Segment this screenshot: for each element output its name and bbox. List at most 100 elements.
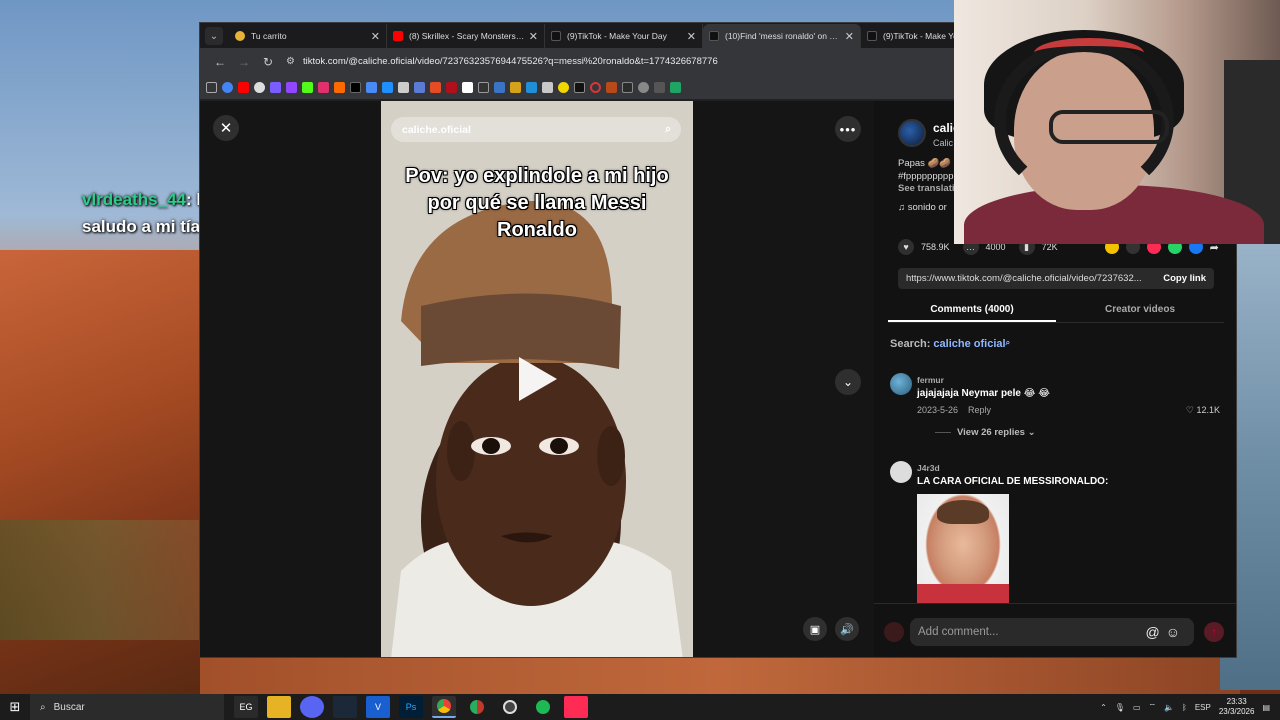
see-translation-link[interactable]: See translati [898,183,958,196]
forward-icon[interactable]: → [232,55,256,69]
avatar[interactable] [890,461,912,483]
clock[interactable]: 23:33 23/3/2026 [1219,697,1255,717]
bookmark-icon[interactable] [526,81,537,93]
steam-icon[interactable] [333,696,357,718]
browser-tab[interactable]: Tu carrito ✕ [229,24,387,48]
taskbar-search[interactable]: ⌕ Buscar [30,694,224,720]
comment-username[interactable]: J4r3d [917,463,940,473]
browser-tab[interactable]: (8) Skrillex - Scary Monsters And ✕ [387,24,545,48]
windows-start-icon[interactable]: ⊞ [0,694,30,720]
tiktok-taskbar-icon[interactable] [564,696,588,718]
author-avatar[interactable] [898,119,926,147]
comment-input[interactable]: Add comment... @☺ [910,618,1194,646]
avatar[interactable] [890,373,912,395]
video-description: Papas 🥔🥔 #fppppppppp See translati [898,158,958,196]
bookmark-icon[interactable] [606,81,617,93]
x-icon[interactable] [350,81,361,93]
hashtags-text[interactable]: #fppppppppp [898,171,958,184]
search-icon[interactable]: ⌕ [665,123,671,136]
author-handle: Calic [933,138,954,148]
bookmark-icon[interactable] [590,81,601,93]
bookmark-icon[interactable] [398,81,409,93]
bookmark-icon[interactable] [574,81,585,93]
tab-search-icon[interactable]: ⌄ [205,27,223,45]
notifications-icon[interactable]: ▤ [1262,703,1270,712]
epic-games-icon[interactable]: EG [234,696,258,718]
comment-likes[interactable]: ♡ 12.1K [1186,405,1220,416]
chevron-down-icon[interactable]: ⌄ [835,369,861,395]
kick-icon[interactable] [302,81,313,93]
twitch-icon[interactable] [286,81,297,93]
spotify-icon[interactable] [531,696,555,718]
instagram-icon[interactable] [318,81,329,93]
sheets-icon[interactable] [670,81,681,93]
translate-icon[interactable] [366,81,377,93]
video-search-bar[interactable]: caliche.oficial ⌕ [391,117,681,142]
bluetooth-icon[interactable]: ᛒ [1182,703,1187,712]
bookmark-icon[interactable] [446,81,457,93]
browser-tab[interactable]: (9)TikTok - Make Your Day ✕ [545,24,703,48]
bookmark-icon[interactable] [654,81,665,93]
tab-creator-videos[interactable]: Creator videos [1056,298,1224,322]
notion-icon[interactable] [462,81,473,93]
tab-close-icon[interactable]: ✕ [687,30,696,43]
play-icon[interactable] [519,357,557,401]
reply-button[interactable]: Reply [968,405,991,415]
discord-icon[interactable] [300,696,324,718]
heart-icon[interactable]: ♥ [898,239,914,255]
picture-in-picture-icon[interactable]: ▣ [803,617,827,641]
volume-icon[interactable]: 🔈 [1164,703,1174,712]
google-icon[interactable] [222,81,233,93]
video-player[interactable]: caliche.oficial ⌕ Pov: yo explindole a m… [381,101,693,657]
chrome-icon[interactable] [432,696,456,718]
volume-icon[interactable]: 🔊 [835,617,859,641]
send-icon[interactable]: ↑ [1204,622,1224,642]
bookmark-icon[interactable] [558,81,569,93]
comment-image[interactable] [917,494,1009,606]
tab-comments[interactable]: Comments (4000) [888,298,1056,322]
wifi-icon[interactable]: ⌔ [1149,702,1157,712]
reload-icon[interactable]: ↻ [256,55,280,69]
related-search-keyword[interactable]: caliche oficial [933,338,1005,350]
photoshop-icon[interactable]: Ps [399,696,423,718]
bookmark-icon[interactable] [430,81,441,93]
bookmark-icon[interactable] [270,81,281,93]
address-bar[interactable]: ⚙ tiktok.com/@caliche.oficial/video/7237… [286,56,718,67]
mention-emoji-icons[interactable]: @☺ [1145,624,1186,640]
bookmark-icon[interactable] [334,81,345,93]
related-search[interactable]: Search: caliche oficial⌕ [890,338,1010,350]
vegas-icon[interactable]: V [366,696,390,718]
bookmark-icon[interactable] [542,81,553,93]
tab-favicon-icon [235,31,245,41]
tab-close-icon[interactable]: ✕ [845,30,854,43]
copy-link-button[interactable]: Copy link [1163,273,1206,284]
close-icon[interactable]: ✕ [213,115,239,141]
more-options-icon[interactable]: ••• [835,116,861,142]
apps-grid-icon[interactable] [206,81,217,93]
back-icon[interactable]: ← [208,55,232,69]
music-label[interactable]: ♫ sonido or [898,202,947,213]
tab-close-icon[interactable]: ✕ [371,30,380,43]
chrome-profile-icon[interactable] [465,696,489,718]
view-replies-button[interactable]: View 26 replies ⌄ [935,427,1036,438]
file-explorer-icon[interactable] [267,696,291,718]
site-info-icon[interactable]: ⚙ [286,56,295,67]
microphone-icon[interactable]: 🎙 [1115,703,1125,712]
bookmark-icon[interactable] [254,81,265,93]
browser-tab-active[interactable]: (10)Find 'messi ronaldo' on TikTok ✕ [703,24,861,48]
bookmark-icon[interactable] [638,81,649,93]
network-icon[interactable]: ▭ [1133,703,1141,712]
bookmark-icon[interactable] [478,81,489,93]
youtube-bookmark-icon[interactable] [238,81,249,93]
chevron-up-icon[interactable]: ⌃ [1100,703,1107,712]
comment-username[interactable]: fermur [917,375,944,385]
tab-close-icon[interactable]: ✕ [529,30,538,43]
bookmark-icon[interactable] [382,81,393,93]
obs-icon[interactable] [498,696,522,718]
bookmark-icon[interactable] [494,81,505,93]
bookmark-icon[interactable] [622,81,633,93]
avatar [884,622,904,642]
bookmark-icon[interactable] [414,81,425,93]
bookmark-icon[interactable] [510,81,521,93]
language-indicator[interactable]: ESP [1195,703,1211,712]
